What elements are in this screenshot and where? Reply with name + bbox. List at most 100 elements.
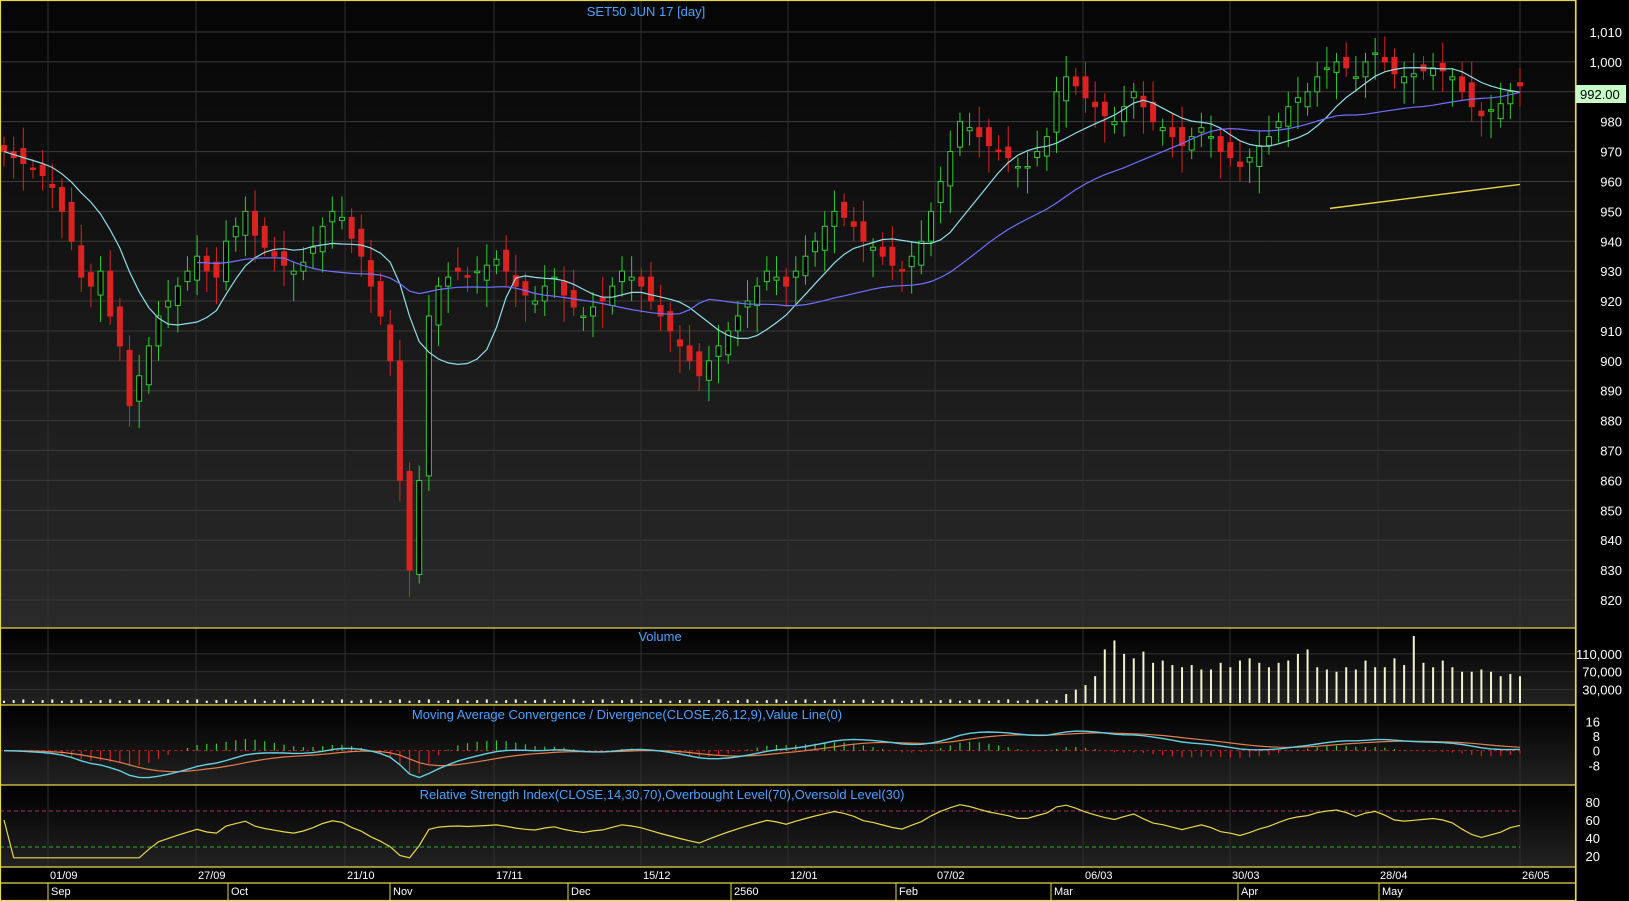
candle-body [464, 275, 471, 278]
candle-body [860, 221, 867, 242]
candle-body [773, 276, 780, 281]
candle-body [416, 479, 423, 576]
candle-body [1082, 76, 1089, 99]
y-tick-label: 870 [1600, 444, 1622, 459]
candle-body [522, 281, 529, 296]
x-month-label: Dec [571, 886, 591, 898]
x-month-label: Sep [51, 886, 71, 898]
candle-body [1497, 103, 1504, 120]
candle-body [309, 246, 316, 254]
candle-body [879, 246, 886, 257]
candle-body [1352, 76, 1359, 79]
last-price-label: 992.00 [1580, 87, 1620, 102]
candle-body [985, 127, 992, 147]
candle-body [889, 246, 896, 266]
candle-body [1333, 61, 1340, 73]
volume-tick-label: 110,000 [1576, 647, 1622, 662]
candle-body [1130, 91, 1137, 99]
candle-body [1372, 52, 1379, 55]
trading-chart[interactable]: 1,0101,000990980970960950940930920910900… [0, 0, 1629, 901]
candle-body [1208, 136, 1215, 139]
candle-body [1314, 76, 1321, 93]
candle-body [223, 240, 230, 283]
candle-body [1362, 61, 1369, 78]
y-tick-label: 950 [1600, 204, 1622, 219]
candle-body [87, 272, 94, 287]
candle-body [1053, 91, 1060, 133]
candle-body [49, 183, 56, 188]
candle-body [1275, 121, 1282, 129]
candle-body [319, 225, 326, 253]
y-tick-label: 840 [1600, 533, 1622, 548]
y-tick-label: 980 [1600, 115, 1622, 130]
candle-body [908, 255, 915, 268]
candle-body [1294, 97, 1301, 103]
candle-body [271, 251, 278, 257]
x-month-label: Apr [1241, 886, 1258, 898]
candle-body [1169, 127, 1176, 138]
x-date-label: 21/10 [347, 870, 375, 882]
candle-body [995, 149, 1002, 153]
volume-tick-label: 70,000 [1582, 665, 1622, 680]
candle-body [232, 225, 239, 238]
x-month-label: Oct [231, 886, 248, 898]
candle-body [976, 127, 983, 138]
candle-body [638, 276, 645, 287]
candle-body [1459, 76, 1466, 93]
x-month-label: 2560 [734, 886, 758, 898]
candle-body [242, 210, 249, 236]
candle-body [541, 285, 548, 302]
candle-body [377, 281, 384, 317]
candle-body [1391, 56, 1398, 75]
candle-body [58, 186, 65, 212]
price-chart-title: SET50 JUN 17 [day] [587, 4, 706, 19]
candle-body [1285, 106, 1292, 127]
candle-body [1256, 145, 1263, 168]
candle-body [1101, 101, 1108, 117]
candle-body [97, 270, 104, 296]
candle-body [252, 210, 259, 236]
candle-body [425, 315, 432, 477]
candle-body [841, 201, 848, 218]
candle-body [676, 339, 683, 347]
x-month-label: Feb [899, 886, 918, 898]
y-tick-label: 1,010 [1589, 25, 1622, 40]
candle-body [348, 216, 355, 239]
candle-body [387, 324, 394, 362]
candle-body [174, 285, 181, 307]
candle-body [618, 270, 625, 283]
candle-body [715, 345, 722, 357]
y-tick-label: 910 [1600, 324, 1622, 339]
candle-body [580, 315, 587, 318]
x-date-label: 28/04 [1380, 870, 1408, 882]
candle-body [396, 360, 403, 481]
candle-body [136, 375, 143, 402]
candle-body [899, 269, 906, 272]
rsi-tick-label: 80 [1586, 795, 1600, 810]
candle-body [561, 281, 568, 296]
x-month-label: Mar [1054, 886, 1073, 898]
candle-body [1517, 82, 1523, 87]
candle-body [1159, 127, 1166, 132]
candle-body [68, 201, 75, 242]
macd-tick-label: 0 [1593, 744, 1600, 759]
candle-body [1150, 101, 1157, 123]
y-tick-label: 900 [1600, 354, 1622, 369]
candle-body [1072, 76, 1079, 87]
candle-body [937, 180, 944, 203]
candle-body [1507, 91, 1514, 105]
candle-body [338, 216, 345, 221]
candle-body [1034, 151, 1041, 159]
candle-body [145, 345, 152, 386]
y-tick-label: 830 [1600, 563, 1622, 578]
candle-body [812, 240, 819, 253]
candle-body [194, 255, 201, 281]
candle-body [116, 306, 123, 347]
rsi-tick-label: 40 [1586, 831, 1600, 846]
candle-body [1488, 109, 1495, 112]
rsi-title: Relative Strength Index(CLOSE,14,30,70),… [420, 787, 905, 802]
candle-body [474, 270, 481, 274]
y-tick-label: 920 [1600, 294, 1622, 309]
candle-body [483, 264, 490, 281]
x-date-label: 07/02 [937, 870, 965, 882]
